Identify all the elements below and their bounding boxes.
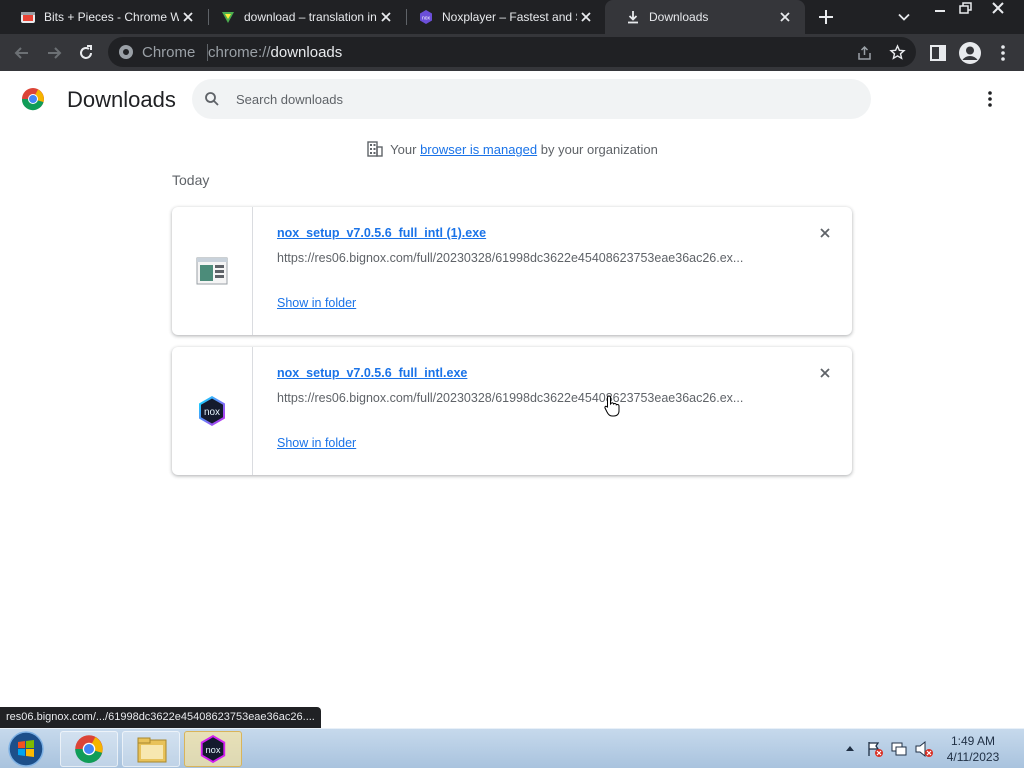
scheme-label: Chrome: [142, 44, 196, 61]
tab-bits-pieces[interactable]: Bits + Pieces - Chrome Web Store: [0, 0, 208, 34]
download-item: nox_setup_v7.0.5.6_full_intl (1).exe htt…: [172, 207, 852, 335]
close-tab-icon[interactable]: [180, 9, 196, 25]
building-icon: [367, 141, 383, 157]
nox-app-icon: nox: [200, 734, 226, 764]
hand-cursor-icon: [604, 395, 620, 417]
managed-notice: Your browser is managed by your organiza…: [0, 140, 1024, 158]
profile-avatar-icon[interactable]: [958, 41, 982, 65]
search-box[interactable]: [192, 79, 871, 119]
chevron-down-icon[interactable]: [896, 9, 912, 25]
clock-time: 1:49 AM: [950, 734, 996, 748]
download-icon: [628, 11, 638, 24]
chrome-logo-icon: [21, 88, 44, 111]
tab-title: Downloads: [649, 10, 709, 24]
minimize-icon[interactable]: [926, 0, 954, 17]
svg-text:nox: nox: [422, 16, 431, 22]
file-icon-column: [172, 207, 253, 335]
svg-text:nox: nox: [205, 745, 220, 755]
close-tab-icon[interactable]: [378, 9, 394, 25]
side-panel-icon[interactable]: [928, 43, 948, 63]
tab-translation[interactable]: download – translation in Spanish: [200, 0, 406, 34]
tab-title: Noxplayer – Fastest and Smoothest: [442, 10, 577, 24]
managed-link[interactable]: browser is managed: [420, 142, 537, 157]
chrome-logo-icon: [75, 735, 103, 763]
svg-text:nox: nox: [204, 407, 220, 418]
search-icon: [205, 92, 219, 106]
start-button-icon[interactable]: [6, 730, 46, 768]
remove-download-icon[interactable]: [818, 226, 832, 240]
downloads-page: Downloads Your browser is managed by you…: [0, 71, 1024, 728]
nox-icon: nox: [420, 10, 432, 24]
date-section-header: Today: [172, 172, 210, 188]
bookmark-star-icon[interactable]: [889, 44, 906, 61]
window-close-icon[interactable]: [984, 0, 1012, 17]
close-tab-icon[interactable]: [777, 9, 793, 25]
download-source-url: https://res06.bignox.com/full/20230328/6…: [277, 391, 744, 405]
managed-suffix: by your organization: [540, 142, 658, 157]
link-status-bar: res06.bignox.com/.../61998dc3622e4540862…: [0, 707, 321, 728]
taskbar-nox[interactable]: nox: [184, 731, 242, 767]
download-filename-link[interactable]: nox_setup_v7.0.5.6_full_intl.exe: [277, 366, 467, 380]
managed-prefix: Your: [390, 142, 417, 157]
close-tab-icon[interactable]: [578, 9, 594, 25]
translate-icon: [222, 12, 234, 23]
url-host: downloads: [270, 44, 343, 61]
page-title: Downloads: [67, 87, 176, 112]
search-input[interactable]: [236, 79, 836, 119]
download-filename-link[interactable]: nox_setup_v7.0.5.6_full_intl (1).exe: [277, 226, 486, 240]
forward-arrow-icon[interactable]: [44, 43, 64, 63]
tab-noxplayer[interactable]: nox Noxplayer – Fastest and Smoothest: [398, 0, 606, 34]
download-item: nox nox_setup_v7.0.5.6_full_intl.exe htt…: [172, 347, 852, 475]
show-in-folder-link[interactable]: Show in folder: [277, 436, 356, 450]
folder-icon: [137, 737, 167, 763]
url-text: chrome://downloads: [208, 44, 342, 61]
chrome-logo-icon: [119, 45, 133, 59]
tab-strip: Bits + Pieces - Chrome Web Store downloa…: [0, 0, 1024, 34]
clock-date: 4/11/2023: [946, 750, 1000, 764]
exe-file-icon: [196, 257, 228, 285]
windows-taskbar: nox 1:49 AM 4/11/2023: [0, 728, 1024, 768]
back-arrow-icon[interactable]: [12, 43, 32, 63]
more-actions-icon[interactable]: [981, 88, 999, 110]
reload-icon[interactable]: [76, 43, 96, 63]
tab-title: Bits + Pieces - Chrome Web Store: [44, 10, 179, 24]
system-clock[interactable]: 1:49 AM 4/11/2023: [938, 733, 1008, 765]
download-source-url: https://res06.bignox.com/full/20230328/6…: [277, 251, 744, 265]
show-in-folder-link[interactable]: Show in folder: [277, 296, 356, 310]
address-bar[interactable]: Chrome chrome://downloads: [108, 37, 916, 67]
remove-download-icon[interactable]: [818, 366, 832, 380]
new-tab-icon[interactable]: [816, 7, 836, 27]
tray-expand-icon[interactable]: [845, 744, 855, 752]
taskbar-explorer[interactable]: [122, 731, 180, 767]
browser-toolbar: Chrome chrome://downloads: [0, 34, 1024, 71]
tab-downloads[interactable]: Downloads: [605, 0, 805, 34]
restore-icon[interactable]: [952, 0, 980, 17]
share-icon[interactable]: [856, 44, 873, 61]
url-prefix: chrome://: [208, 44, 271, 61]
file-icon-column: nox: [172, 347, 253, 475]
puzzle-icon: [21, 12, 35, 23]
nox-app-icon: nox: [199, 396, 225, 426]
network-icon[interactable]: [890, 740, 908, 758]
action-center-flag-icon[interactable]: [866, 740, 884, 758]
taskbar-chrome[interactable]: [60, 731, 118, 767]
tab-title: download – translation in Spanish: [244, 10, 379, 24]
more-menu-icon[interactable]: [993, 43, 1013, 63]
volume-muted-icon[interactable]: [914, 740, 934, 758]
